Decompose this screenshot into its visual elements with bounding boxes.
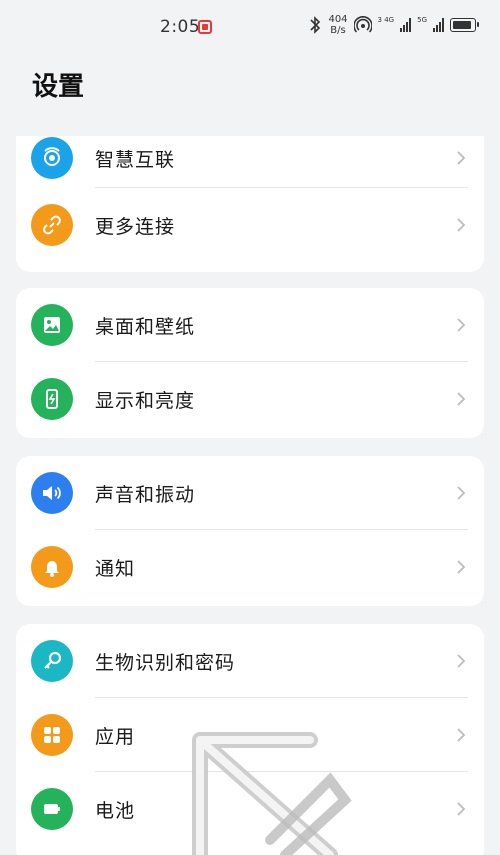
settings-group-display: 桌面和壁纸 显示和亮度: [16, 288, 484, 438]
chevron-right-icon: [457, 560, 466, 574]
battery-icon: [31, 788, 73, 830]
network-speed-value: 404: [328, 14, 348, 25]
settings-item-apps[interactable]: 应用: [16, 698, 484, 772]
settings-item-wallpaper[interactable]: 桌面和壁纸: [16, 288, 484, 362]
network-speed-unit: B/s: [330, 25, 346, 36]
settings-item-label: 声音和振动: [95, 483, 196, 506]
status-bar: 2:05 404 B/s 3 4G 5G: [0, 0, 500, 56]
settings-item-label: 电池: [95, 799, 136, 822]
sound-icon: [31, 472, 73, 514]
screen-record-icon: [198, 20, 212, 34]
bluetooth-icon: [310, 16, 321, 34]
settings-item-notifications[interactable]: 通知: [16, 530, 484, 604]
status-time: 2:05: [160, 17, 201, 37]
settings-group-sound: 声音和振动 通知: [16, 456, 484, 606]
hotspot-icon: [353, 16, 372, 33]
network-speed: 404 B/s: [328, 14, 347, 36]
settings-item-label: 更多连接: [95, 215, 176, 238]
settings-item-label: 智慧互联: [95, 148, 176, 171]
chevron-right-icon: [457, 802, 466, 816]
apps-icon: [31, 714, 73, 756]
chevron-right-icon: [457, 392, 466, 406]
settings-item-label: 应用: [95, 725, 136, 748]
settings-item-sound-vibration[interactable]: 声音和振动: [16, 456, 484, 530]
display-icon: [31, 378, 73, 420]
chevron-right-icon: [457, 486, 466, 500]
settings-item-label: 生物识别和密码: [95, 651, 236, 674]
chevron-right-icon: [457, 654, 466, 668]
status-icons: 404 B/s 3 4G 5G: [308, 14, 479, 36]
page-title: 设置: [32, 72, 85, 102]
key-icon: [31, 640, 73, 682]
settings-group-security: 生物识别和密码 应用 电池: [16, 624, 484, 855]
settings-item-battery[interactable]: 电池: [16, 772, 484, 846]
sim2-signal-icon: [433, 18, 444, 32]
settings-item-biometrics-password[interactable]: 生物识别和密码: [16, 624, 484, 698]
chevron-right-icon: [457, 151, 466, 165]
sim2-label: 5G: [417, 16, 427, 24]
wallpaper-icon: [31, 304, 73, 346]
settings-item-more-connections[interactable]: 更多连接: [16, 188, 484, 262]
settings-item-label: 桌面和壁纸: [95, 315, 196, 338]
settings-item-smart-connect[interactable]: 智慧互联: [16, 128, 484, 188]
chevron-right-icon: [457, 218, 466, 232]
battery-status-icon: [450, 18, 479, 32]
connect-icon: [31, 137, 73, 179]
sim1-label: 3 4G: [377, 16, 395, 24]
settings-group-connectivity: 智慧互联 更多连接: [16, 136, 484, 272]
settings-item-display-brightness[interactable]: 显示和亮度: [16, 362, 484, 436]
link-icon: [31, 204, 73, 246]
settings-item-label: 通知: [95, 557, 136, 580]
bell-icon: [31, 546, 73, 588]
sim1-signal-icon: [400, 18, 412, 32]
settings-item-label: 显示和亮度: [95, 389, 196, 412]
chevron-right-icon: [457, 318, 466, 332]
chevron-right-icon: [457, 728, 466, 742]
